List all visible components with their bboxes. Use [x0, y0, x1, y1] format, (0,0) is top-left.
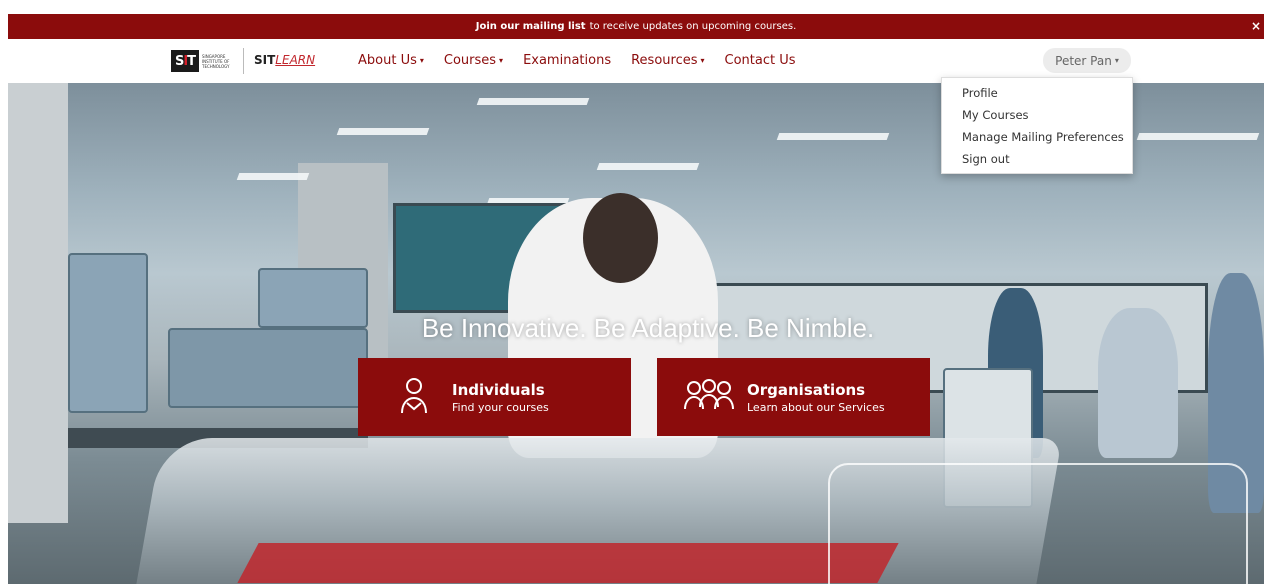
person-icon [386, 369, 442, 425]
hero-bg-machine [68, 253, 148, 413]
hero-bg-light [236, 173, 310, 180]
hero-bg-light [1136, 133, 1260, 140]
hero-holo-graphic [828, 463, 1248, 584]
user-menu-button[interactable]: Peter Pan ▾ [1043, 48, 1131, 73]
caret-down-icon: ▾ [499, 56, 504, 65]
hero-bg-light [476, 98, 590, 105]
group-icon [681, 369, 737, 425]
hero-train-stripe [237, 543, 899, 583]
hero-bg-pillar [8, 83, 68, 523]
menu-item-sign-out[interactable]: Sign out [962, 150, 1132, 172]
caret-down-icon: ▾ [700, 56, 705, 65]
hero-bg-light [776, 133, 890, 140]
organisations-button[interactable]: Organisations Learn about our Services [657, 358, 930, 436]
individuals-title: Individuals [452, 380, 545, 399]
individuals-button[interactable]: Individuals Find your courses [358, 358, 631, 436]
nav-examinations[interactable]: Examinations [523, 53, 611, 68]
mailing-list-link[interactable]: Join our mailing list [476, 21, 586, 32]
hero-bg-light [596, 163, 700, 170]
nav-menu: About Us ▾ Courses ▾ Examinations Resource… [358, 53, 816, 68]
close-banner-button[interactable]: × [1251, 19, 1261, 33]
hero-bg-light [336, 128, 430, 135]
sit-logo[interactable]: SIT SINGAPORE INSTITUTE OF TECHNOLOGY [171, 50, 232, 72]
sit-logo-text: SINGAPORE INSTITUTE OF TECHNOLOGY [202, 53, 230, 69]
nav-courses[interactable]: Courses ▾ [444, 53, 503, 68]
banner-text: to receive updates on upcoming courses. [589, 21, 797, 32]
organisations-title: Organisations [747, 380, 866, 399]
hero-bg-person [583, 193, 658, 283]
logo-divider [243, 48, 244, 74]
caret-down-icon: ▾ [419, 56, 424, 65]
mailing-list-banner: Join our mailing list to receive updates… [8, 14, 1264, 39]
organisations-subtitle: Learn about our Services [747, 400, 885, 414]
menu-item-mailing-preferences[interactable]: Manage Mailing Preferences [962, 128, 1132, 150]
menu-item-profile[interactable]: Profile [962, 84, 1132, 106]
nav-contact-us[interactable]: Contact Us [725, 53, 796, 68]
caret-down-icon: ▾ [1114, 56, 1119, 65]
menu-item-my-courses[interactable]: My Courses [962, 106, 1132, 128]
hero-bg-machine [258, 268, 368, 328]
hero-bg-person [1098, 308, 1178, 458]
nav-resources[interactable]: Resources ▾ [631, 53, 704, 68]
sitlearn-logo[interactable]: SITLEARN [254, 53, 315, 67]
individuals-subtitle: Find your courses [452, 400, 549, 414]
hero-bg-machine [168, 328, 368, 408]
hero-tagline: Be Innovative. Be Adaptive. Be Nimble. [421, 313, 875, 343]
sit-logo-mark: SIT [171, 50, 199, 72]
nav-about-us[interactable]: About Us ▾ [358, 53, 424, 68]
user-name: Peter Pan [1055, 53, 1112, 68]
user-dropdown-menu: Profile My Courses Manage Mailing Prefer… [941, 77, 1133, 174]
